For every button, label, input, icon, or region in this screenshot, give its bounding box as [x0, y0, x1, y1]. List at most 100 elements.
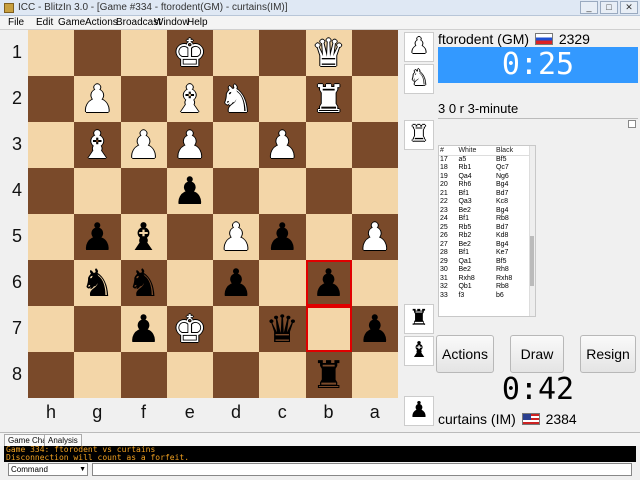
board-square[interactable]: [259, 168, 306, 214]
black-rook-piece[interactable]: ♜: [306, 352, 352, 398]
maximize-icon[interactable]: □: [600, 1, 618, 14]
panel-toggle-checkbox[interactable]: [628, 120, 636, 128]
menu-actions[interactable]: Actions: [85, 17, 118, 28]
board-square[interactable]: [213, 30, 260, 76]
move-row[interactable]: 24 Bf1 Rb8: [439, 215, 531, 224]
move-row[interactable]: 19 Qa4 Ng6: [439, 173, 531, 182]
board-square[interactable]: [74, 306, 121, 352]
white-bishop-piece[interactable]: ♝: [74, 122, 120, 168]
move-row[interactable]: 26 Rb2 Kd8: [439, 232, 531, 241]
board-square[interactable]: [28, 352, 75, 398]
board-square[interactable]: [28, 122, 75, 168]
black-pawn-piece[interactable]: ♟: [306, 260, 352, 306]
white-bishop-piece[interactable]: ♝: [167, 76, 213, 122]
board-square[interactable]: [305, 122, 352, 168]
move-row[interactable]: 33 f3 b6: [439, 292, 531, 301]
move-row[interactable]: 29 Qa1 Bf5: [439, 258, 531, 267]
move-row[interactable]: 22 Qa3 Kc8: [439, 198, 531, 207]
resign-button[interactable]: Resign: [580, 335, 636, 373]
menu-file[interactable]: File: [8, 17, 24, 28]
board-square[interactable]: [213, 122, 260, 168]
board-square[interactable]: [259, 260, 306, 306]
menu-window[interactable]: Window: [154, 17, 190, 28]
menu-game[interactable]: Game: [58, 17, 85, 28]
white-rook-piece[interactable]: ♜: [306, 76, 352, 122]
move-row[interactable]: 31 Rxh8 Rxh8: [439, 275, 531, 284]
board-square[interactable]: [305, 214, 352, 260]
menu-edit[interactable]: Edit: [36, 17, 53, 28]
white-pawn-piece[interactable]: ♟: [121, 122, 167, 168]
minimize-icon[interactable]: _: [580, 1, 598, 14]
board-square[interactable]: [120, 76, 167, 122]
move-row[interactable]: 30 Be2 Rh8: [439, 266, 531, 275]
board-square[interactable]: [120, 168, 167, 214]
move-row[interactable]: 28 Bf1 Ke7: [439, 249, 531, 258]
move-row[interactable]: 25 Rb5 Bd7: [439, 224, 531, 233]
board-square[interactable]: [28, 30, 75, 76]
black-pawn-piece[interactable]: ♟: [167, 168, 213, 214]
board-square[interactable]: [351, 76, 398, 122]
board-square[interactable]: [28, 260, 75, 306]
move-row[interactable]: 32 Qb1 Rb8: [439, 283, 531, 292]
board-square[interactable]: [213, 168, 260, 214]
white-pawn-piece[interactable]: ♟: [213, 214, 259, 260]
board-square[interactable]: [305, 168, 352, 214]
white-pawn-piece[interactable]: ♟: [74, 76, 120, 122]
board-square[interactable]: [74, 352, 121, 398]
white-pawn-piece[interactable]: ♟: [167, 122, 213, 168]
black-pawn-piece[interactable]: ♟: [352, 306, 398, 352]
black-knight-piece[interactable]: ♞: [74, 260, 120, 306]
board-square[interactable]: [351, 30, 398, 76]
command-select[interactable]: Command ▼: [8, 463, 88, 476]
draw-button[interactable]: Draw: [510, 335, 564, 373]
board-square[interactable]: [28, 306, 75, 352]
board-square[interactable]: [305, 306, 352, 352]
board-square[interactable]: [259, 30, 306, 76]
board-square[interactable]: [120, 30, 167, 76]
board-square[interactable]: [28, 214, 75, 260]
white-king-piece[interactable]: ♚: [167, 30, 213, 76]
close-icon[interactable]: ✕: [620, 1, 638, 14]
board-square[interactable]: [259, 352, 306, 398]
move-list-scrollbar[interactable]: [529, 146, 535, 316]
board-square[interactable]: [166, 260, 213, 306]
white-knight-piece[interactable]: ♞: [213, 76, 259, 122]
white-queen-piece[interactable]: ♛: [306, 30, 352, 76]
board-square[interactable]: [351, 352, 398, 398]
black-pawn-piece[interactable]: ♟: [259, 214, 305, 260]
black-pawn-piece[interactable]: ♟: [213, 260, 259, 306]
white-king-piece[interactable]: ♚: [167, 306, 213, 352]
white-pawn-piece[interactable]: ♟: [352, 214, 398, 260]
black-bishop-piece[interactable]: ♝: [121, 214, 167, 260]
actions-button[interactable]: Actions: [436, 335, 494, 373]
move-row[interactable]: 17 a5 Bf5: [439, 155, 531, 164]
move-list[interactable]: # White Black 17 a5 Bf5 18 Rb1 Qc7 19 Qa4 Ng6 20 R…: [438, 145, 536, 317]
black-knight-piece[interactable]: ♞: [121, 260, 167, 306]
black-pawn-piece[interactable]: ♟: [74, 214, 120, 260]
board-square[interactable]: [74, 30, 121, 76]
chess-board[interactable]: ♚ ♛ ♟ ♝ ♞ ♜ ♝ ♟ ♟ ♟ ♟ ♟ ♝ ♟ ♟ ♟ ♞ ♞ ♟ ♟ ♟ ♚ ♛ ♟ ♜: [28, 30, 398, 398]
move-row[interactable]: 18 Rb1 Qc7: [439, 164, 531, 173]
board-square[interactable]: [351, 168, 398, 214]
board-square[interactable]: [28, 168, 75, 214]
board-square[interactable]: [351, 122, 398, 168]
board-square[interactable]: [213, 352, 260, 398]
menu-help[interactable]: Help: [187, 17, 208, 28]
board-square[interactable]: [74, 168, 121, 214]
move-list-scroll-thumb[interactable]: [530, 236, 534, 286]
move-row[interactable]: 20 Rh6 Bg4: [439, 181, 531, 190]
move-row[interactable]: 21 Bf1 Bd7: [439, 190, 531, 199]
move-row[interactable]: 23 Be2 Bg4: [439, 207, 531, 216]
board-square[interactable]: [120, 352, 167, 398]
board-square[interactable]: [166, 352, 213, 398]
board-square[interactable]: [351, 260, 398, 306]
board-square[interactable]: [28, 76, 75, 122]
board-square[interactable]: [259, 76, 306, 122]
move-row[interactable]: 27 Be2 Bg4: [439, 241, 531, 250]
black-queen-piece[interactable]: ♛: [259, 306, 305, 352]
board-square[interactable]: [213, 306, 260, 352]
board-square[interactable]: [166, 214, 213, 260]
command-input[interactable]: [92, 463, 632, 476]
black-pawn-piece[interactable]: ♟: [121, 306, 167, 352]
white-pawn-piece[interactable]: ♟: [259, 122, 305, 168]
